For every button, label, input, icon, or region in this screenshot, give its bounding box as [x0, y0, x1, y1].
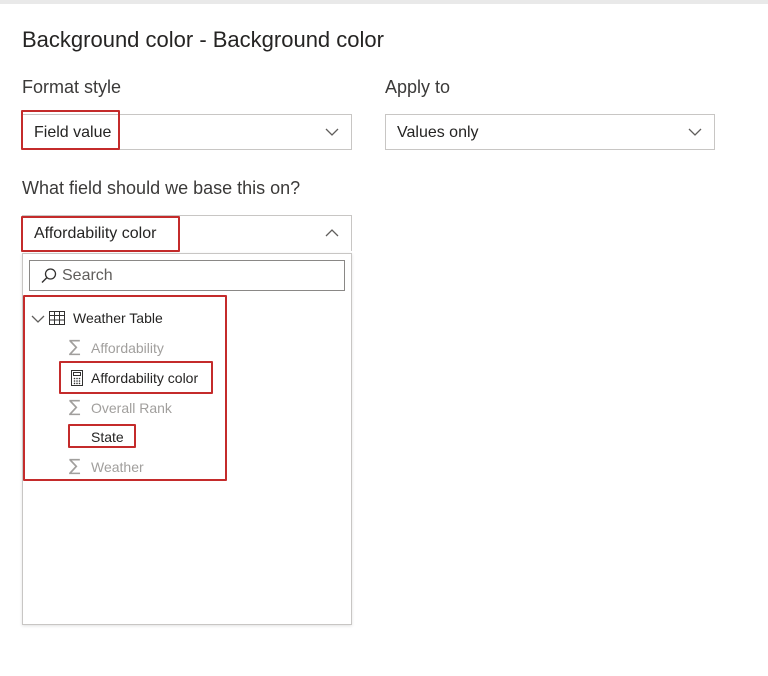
base-field-label: What field should we base this on? — [22, 178, 301, 198]
apply-to-dropdown[interactable]: Values only — [385, 114, 715, 150]
apply-to-label: Apply to — [385, 77, 451, 97]
chevron-down-icon — [325, 128, 339, 136]
format-style-label: Format style — [22, 77, 122, 97]
search-icon — [41, 268, 57, 283]
highlight-state — [68, 424, 136, 448]
chevron-up-icon — [325, 229, 339, 237]
chevron-down-icon — [688, 128, 702, 136]
apply-to-value: Values only — [397, 124, 479, 141]
highlight-format-style — [21, 110, 120, 150]
highlight-affordability-color — [59, 361, 213, 394]
top-toolbar-edge — [0, 0, 768, 4]
highlight-base-field — [21, 216, 180, 252]
search-input[interactable]: Search — [29, 260, 345, 291]
search-placeholder: Search — [62, 267, 113, 284]
dialog-title: Background color - Background color — [22, 27, 384, 52]
